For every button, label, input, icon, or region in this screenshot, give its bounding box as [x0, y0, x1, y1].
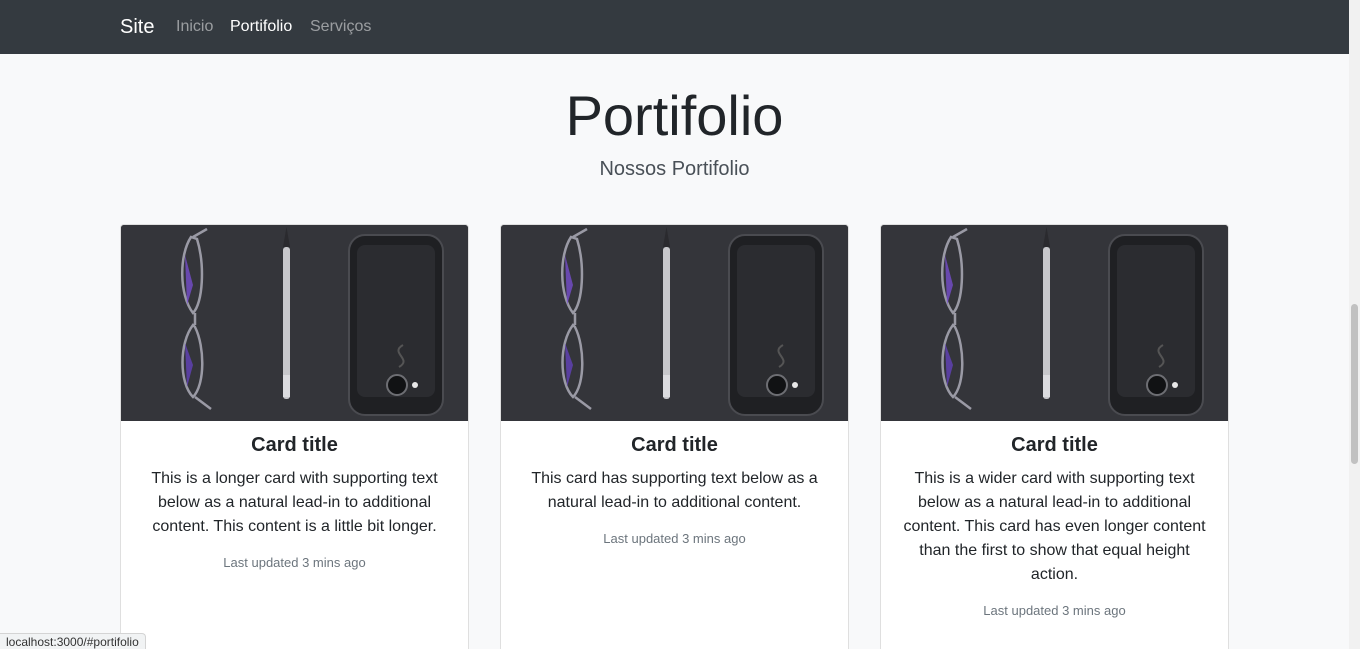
- card-image-illustration: [881, 225, 1228, 421]
- card-body: Card title This is a wider card with sup…: [881, 433, 1228, 623]
- nav-link-inicio[interactable]: Inicio: [176, 17, 213, 37]
- portfolio-card: Card title This card has supporting text…: [500, 224, 849, 649]
- card-title: Card title: [251, 434, 338, 456]
- card-text: This is a longer card with supporting te…: [151, 470, 438, 535]
- page-title: Portifolio: [565, 84, 784, 147]
- portfolio-card: Card title This is a wider card with sup…: [880, 224, 1229, 649]
- nav-link-portifolio[interactable]: Portifolio: [230, 17, 292, 37]
- card-last-updated: Last updated 3 mins ago: [603, 531, 746, 546]
- card-title: Card title: [1011, 434, 1098, 456]
- card-image: [501, 225, 848, 421]
- navbar-brand[interactable]: Site: [120, 15, 154, 39]
- card-text: This card has supporting text below as a…: [531, 470, 818, 511]
- navbar: Site Inicio Portifolio Serviços: [0, 0, 1349, 54]
- page-subtitle: Nossos Portifolio: [599, 158, 750, 180]
- card-body: Card title This card has supporting text…: [501, 433, 848, 551]
- card-last-updated: Last updated 3 mins ago: [983, 603, 1126, 618]
- card-image-illustration: [121, 225, 468, 421]
- vertical-scrollbar[interactable]: [1349, 0, 1360, 649]
- card-text: This is a wider card with supporting tex…: [903, 470, 1206, 583]
- card-body: Card title This is a longer card with su…: [121, 433, 468, 575]
- card-image: [881, 225, 1228, 421]
- nav-link-servicos[interactable]: Serviços: [310, 17, 371, 37]
- card-last-updated: Last updated 3 mins ago: [223, 555, 366, 570]
- portfolio-card: Card title This is a longer card with su…: [120, 224, 469, 649]
- card-image: [121, 225, 468, 421]
- scrollbar-thumb[interactable]: [1351, 304, 1358, 464]
- card-title: Card title: [631, 434, 718, 456]
- card-image-illustration: [501, 225, 848, 421]
- status-bar-url: localhost:3000/#portifolio: [0, 633, 146, 649]
